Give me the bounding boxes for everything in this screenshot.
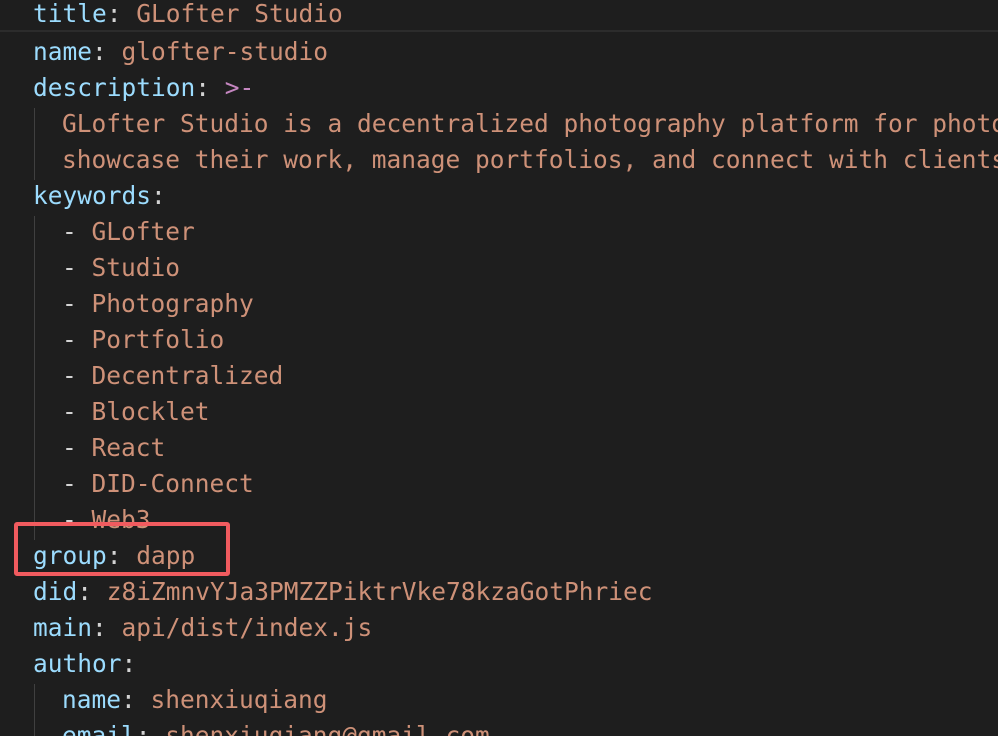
- code-line-author[interactable]: author:: [0, 646, 998, 682]
- yaml-list-value: Decentralized: [91, 361, 284, 390]
- yaml-value: glofter-studio: [121, 37, 329, 66]
- code-line-did[interactable]: did: z8iZmnvYJa3PMZZPiktrVke78kzaGotPhri…: [0, 574, 998, 610]
- yaml-value: z8iZmnvYJa3PMZZPiktrVke78kzaGotPhriec: [106, 577, 653, 606]
- code-line-keyword-item[interactable]: - Portfolio: [0, 322, 998, 358]
- code-line-keyword-item[interactable]: - React: [0, 430, 998, 466]
- code-editor[interactable]: title: GLofter Studio name: glofter-stud…: [0, 0, 998, 736]
- code-line-description[interactable]: description: >-: [0, 70, 998, 106]
- yaml-value: api/dist/index.js: [121, 613, 373, 642]
- yaml-list-value: DID-Connect: [91, 469, 254, 498]
- code-line-keyword-item[interactable]: - Studio: [0, 250, 998, 286]
- yaml-key: description: [33, 73, 196, 102]
- yaml-key: name: [33, 37, 93, 66]
- yaml-list-value: Portfolio: [91, 325, 225, 354]
- code-line-keyword-item[interactable]: - DID-Connect: [0, 466, 998, 502]
- code-line-keywords[interactable]: keywords:: [0, 178, 998, 214]
- yaml-value: GLofter Studio: [136, 0, 343, 28]
- yaml-key: name: [62, 685, 122, 714]
- yaml-list-value: React: [91, 433, 166, 462]
- yaml-key: keywords: [33, 181, 152, 210]
- yaml-list-value: Photography: [91, 289, 254, 318]
- code-line-author-name[interactable]: name: shenxiuqiang: [0, 682, 998, 718]
- yaml-list-value: Studio: [91, 253, 181, 282]
- yaml-key: title: [33, 0, 107, 28]
- yaml-key: author: [33, 649, 122, 678]
- yaml-list-value: GLofter: [91, 217, 195, 246]
- yaml-block-indicator: >-: [224, 73, 255, 102]
- code-line-keyword-item[interactable]: - Photography: [0, 286, 998, 322]
- highlight-annotation-box: [14, 522, 230, 576]
- code-line-main[interactable]: main: api/dist/index.js: [0, 610, 998, 646]
- yaml-value: shenxiuqiang: [150, 685, 328, 714]
- code-line-keyword-item[interactable]: - GLofter: [0, 214, 998, 250]
- code-line-keyword-item[interactable]: - Decentralized: [0, 358, 998, 394]
- yaml-list-value: Blocklet: [91, 397, 210, 426]
- code-line-title[interactable]: title: GLofter Studio: [0, 0, 998, 32]
- yaml-key: email: [62, 721, 136, 736]
- yaml-value: GLofter Studio is a decentralized photog…: [62, 109, 998, 138]
- yaml-key: main: [33, 613, 93, 642]
- code-line-name[interactable]: name: glofter-studio: [0, 34, 998, 70]
- code-line-description-text[interactable]: GLofter Studio is a decentralized photog…: [0, 106, 998, 142]
- code-line-description-text[interactable]: showcase their work, manage portfolios, …: [0, 142, 998, 178]
- code-line-keyword-item[interactable]: - Blocklet: [0, 394, 998, 430]
- yaml-key: did: [33, 577, 78, 606]
- code-line-author-email[interactable]: email: shenxiuqiang@gmail.com: [0, 718, 998, 736]
- yaml-value: shenxiuqiang@gmail.com: [165, 721, 490, 736]
- yaml-value: showcase their work, manage portfolios, …: [62, 145, 998, 174]
